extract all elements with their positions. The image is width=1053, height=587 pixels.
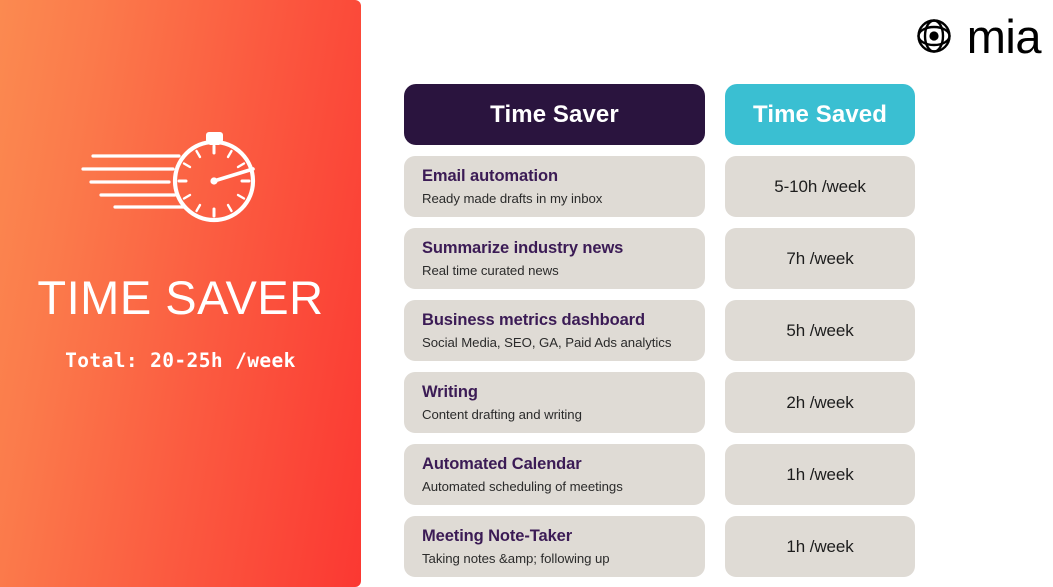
time-cell: 5-10h /week: [725, 156, 915, 217]
task-description: Ready made drafts in my inbox: [422, 191, 603, 207]
time-saved-value: 5h /week: [786, 320, 854, 340]
task-cell: Business metrics dashboard Social Media,…: [404, 300, 705, 361]
task-description: Taking notes &amp; following up: [422, 551, 610, 567]
task-title: Business metrics dashboard: [422, 311, 645, 329]
task-cell: Email automation Ready made drafts in my…: [404, 156, 705, 217]
table-row: Automated Calendar Automated scheduling …: [404, 444, 915, 505]
stopwatch-speed-icon: [80, 132, 255, 223]
time-cell: 7h /week: [725, 228, 915, 289]
task-title: Summarize industry news: [422, 239, 624, 257]
time-cell: 5h /week: [725, 300, 915, 361]
table-row: Writing Content drafting and writing 2h …: [404, 372, 915, 433]
task-description: Content drafting and writing: [422, 407, 582, 423]
table-header-row: Time Saver Time Saved: [404, 84, 915, 145]
hero-panel: TIME SAVER Total: 20-25h /week: [0, 0, 361, 587]
logo-wordmark: mia: [966, 9, 1042, 63]
task-cell: Summarize industry news Real time curate…: [404, 228, 705, 289]
time-cell: 2h /week: [725, 372, 915, 433]
header-time-saver: Time Saver: [404, 84, 705, 145]
task-cell: Meeting Note-Taker Taking notes &amp; fo…: [404, 516, 705, 577]
time-saved-value: 1h /week: [786, 464, 854, 484]
table-row: Email automation Ready made drafts in my…: [404, 156, 915, 217]
header-time-saved: Time Saved: [725, 84, 915, 145]
task-title: Automated Calendar: [422, 455, 582, 473]
time-cell: 1h /week: [725, 444, 915, 505]
hero-total-label: Total: 20-25h /week: [65, 349, 296, 372]
task-title: Meeting Note-Taker: [422, 527, 573, 545]
task-cell: Writing Content drafting and writing: [404, 372, 705, 433]
table-row: Summarize industry news Real time curate…: [404, 228, 915, 289]
time-saved-value: 5-10h /week: [774, 176, 866, 196]
table-row: Business metrics dashboard Social Media,…: [404, 300, 915, 361]
slide-canvas: TIME SAVER Total: 20-25h /week mia Time …: [0, 0, 1053, 587]
brand-logo: mia: [910, 9, 1042, 63]
task-description: Social Media, SEO, GA, Paid Ads analytic…: [422, 335, 672, 351]
task-title: Email automation: [422, 167, 558, 185]
task-description: Real time curated news: [422, 263, 559, 279]
time-saved-value: 2h /week: [786, 392, 854, 412]
task-title: Writing: [422, 383, 478, 401]
time-saved-value: 1h /week: [786, 536, 854, 556]
time-saved-value: 7h /week: [786, 248, 854, 268]
table-row: Meeting Note-Taker Taking notes &amp; fo…: [404, 516, 915, 577]
task-cell: Automated Calendar Automated scheduling …: [404, 444, 705, 505]
hero-title: TIME SAVER: [37, 271, 324, 324]
time-cell: 1h /week: [725, 516, 915, 577]
mia-eye-icon: [917, 19, 951, 53]
task-description: Automated scheduling of meetings: [422, 479, 623, 495]
time-saver-table: Time Saver Time Saved Email automation R…: [404, 84, 915, 577]
